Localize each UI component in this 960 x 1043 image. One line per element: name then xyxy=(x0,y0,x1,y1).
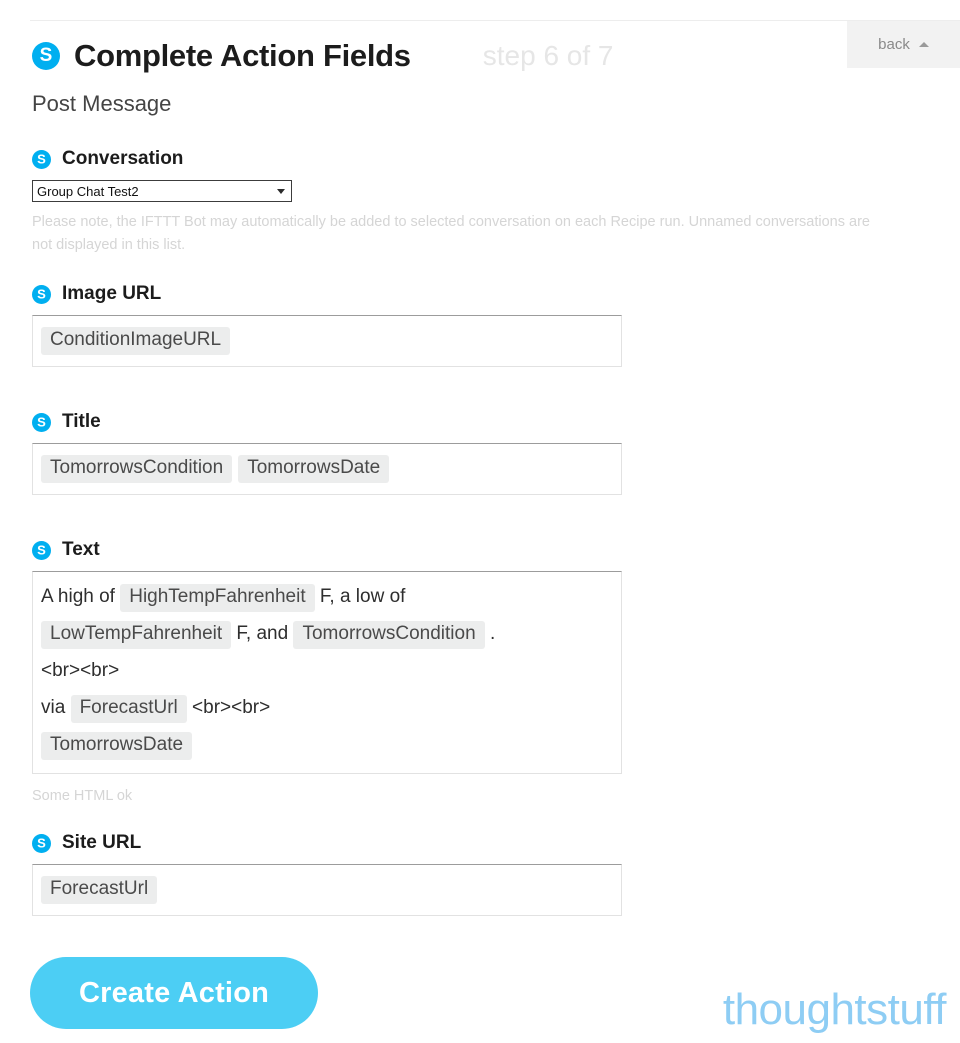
ingredient-token[interactable]: TomorrowsDate xyxy=(41,732,193,760)
action-fields-page: Complete Action Fields step 6 of 7 back … xyxy=(0,0,960,1043)
ingredient-token[interactable]: HighTempFahrenheit xyxy=(120,584,315,612)
field-image-url: Image URL ConditionImageURL xyxy=(32,283,622,367)
conversation-select[interactable]: Group Chat Test2 xyxy=(32,180,292,202)
skype-icon xyxy=(32,833,51,853)
ingredient-token[interactable]: TomorrowsDate xyxy=(238,455,390,483)
site-url-label-row: Site URL xyxy=(32,832,622,854)
site-url-input[interactable]: ForecastUrl xyxy=(32,864,622,916)
conversation-selected-value: Group Chat Test2 xyxy=(37,183,139,199)
text-line: TomorrowsDate xyxy=(41,726,613,763)
skype-icon xyxy=(32,284,51,304)
conversation-helper-text: Please note, the IFTTT Bot may automatic… xyxy=(32,214,870,254)
text-line: <br><br> xyxy=(41,652,613,689)
page-header: Complete Action Fields step 6 of 7 xyxy=(32,38,614,74)
caret-down-icon xyxy=(277,188,285,194)
ingredient-token[interactable]: TomorrowsCondition xyxy=(41,455,233,483)
conversation-label: Conversation xyxy=(62,148,184,169)
text-segment: via xyxy=(41,697,71,718)
image-url-input[interactable]: ConditionImageURL xyxy=(32,315,622,367)
ingredient-token[interactable]: ForecastUrl xyxy=(70,695,187,723)
ingredient-token[interactable]: ForecastUrl xyxy=(41,876,158,904)
top-divider xyxy=(30,20,960,21)
skype-icon xyxy=(32,412,51,432)
caret-up-icon xyxy=(918,42,929,47)
watermark: thoughtstuff xyxy=(722,985,947,1034)
text-segment: F, and xyxy=(231,623,294,644)
text-line: via ForecastUrl <br><br> xyxy=(41,689,613,726)
text-label-row: Text xyxy=(32,539,622,561)
skype-icon xyxy=(32,540,51,560)
text-textarea[interactable]: A high of HighTempFahrenheit F, a low of… xyxy=(32,571,622,774)
text-segment: <br><br> xyxy=(41,660,120,681)
text-segment: <br><br> xyxy=(186,697,271,718)
site-url-label: Site URL xyxy=(62,832,142,853)
field-text: Text A high of HighTempFahrenheit F, a l… xyxy=(32,539,622,808)
title-input[interactable]: TomorrowsCondition TomorrowsDate xyxy=(32,443,622,495)
create-action-label: Create Action xyxy=(78,976,270,1009)
field-title: Title TomorrowsCondition TomorrowsDate xyxy=(32,411,622,495)
conversation-label-row: Conversation xyxy=(32,148,622,170)
skype-icon xyxy=(32,149,51,169)
text-line: LowTempFahrenheit F, and TomorrowsCondit… xyxy=(41,615,613,652)
title-label: Title xyxy=(62,411,101,432)
field-site-url: Site URL ForecastUrl xyxy=(32,832,622,916)
skype-icon xyxy=(32,42,60,70)
create-action-button[interactable]: Create Action xyxy=(30,957,318,1029)
image-url-label-row: Image URL xyxy=(32,283,622,305)
back-button-label: back xyxy=(878,36,910,53)
page-title: Complete Action Fields xyxy=(74,38,411,73)
title-label-row: Title xyxy=(32,411,622,433)
ingredient-token[interactable]: TomorrowsCondition xyxy=(293,621,485,649)
text-helper-text: Some HTML ok xyxy=(32,788,133,804)
ingredient-token[interactable]: LowTempFahrenheit xyxy=(41,621,232,649)
step-indicator: step 6 of 7 xyxy=(482,40,614,71)
ingredient-token[interactable]: ConditionImageURL xyxy=(41,327,231,355)
text-segment: F, a low of xyxy=(314,586,406,607)
text-label: Text xyxy=(62,539,100,560)
text-segment: A high of xyxy=(41,586,121,607)
field-conversation: Conversation Group Chat Test2 Please not… xyxy=(32,148,870,258)
text-segment: . xyxy=(484,623,496,644)
back-button[interactable]: back xyxy=(847,21,960,68)
image-url-label: Image URL xyxy=(62,283,162,304)
page-subtitle: Post Message xyxy=(32,91,172,116)
text-line: A high of HighTempFahrenheit F, a low of xyxy=(41,578,613,615)
